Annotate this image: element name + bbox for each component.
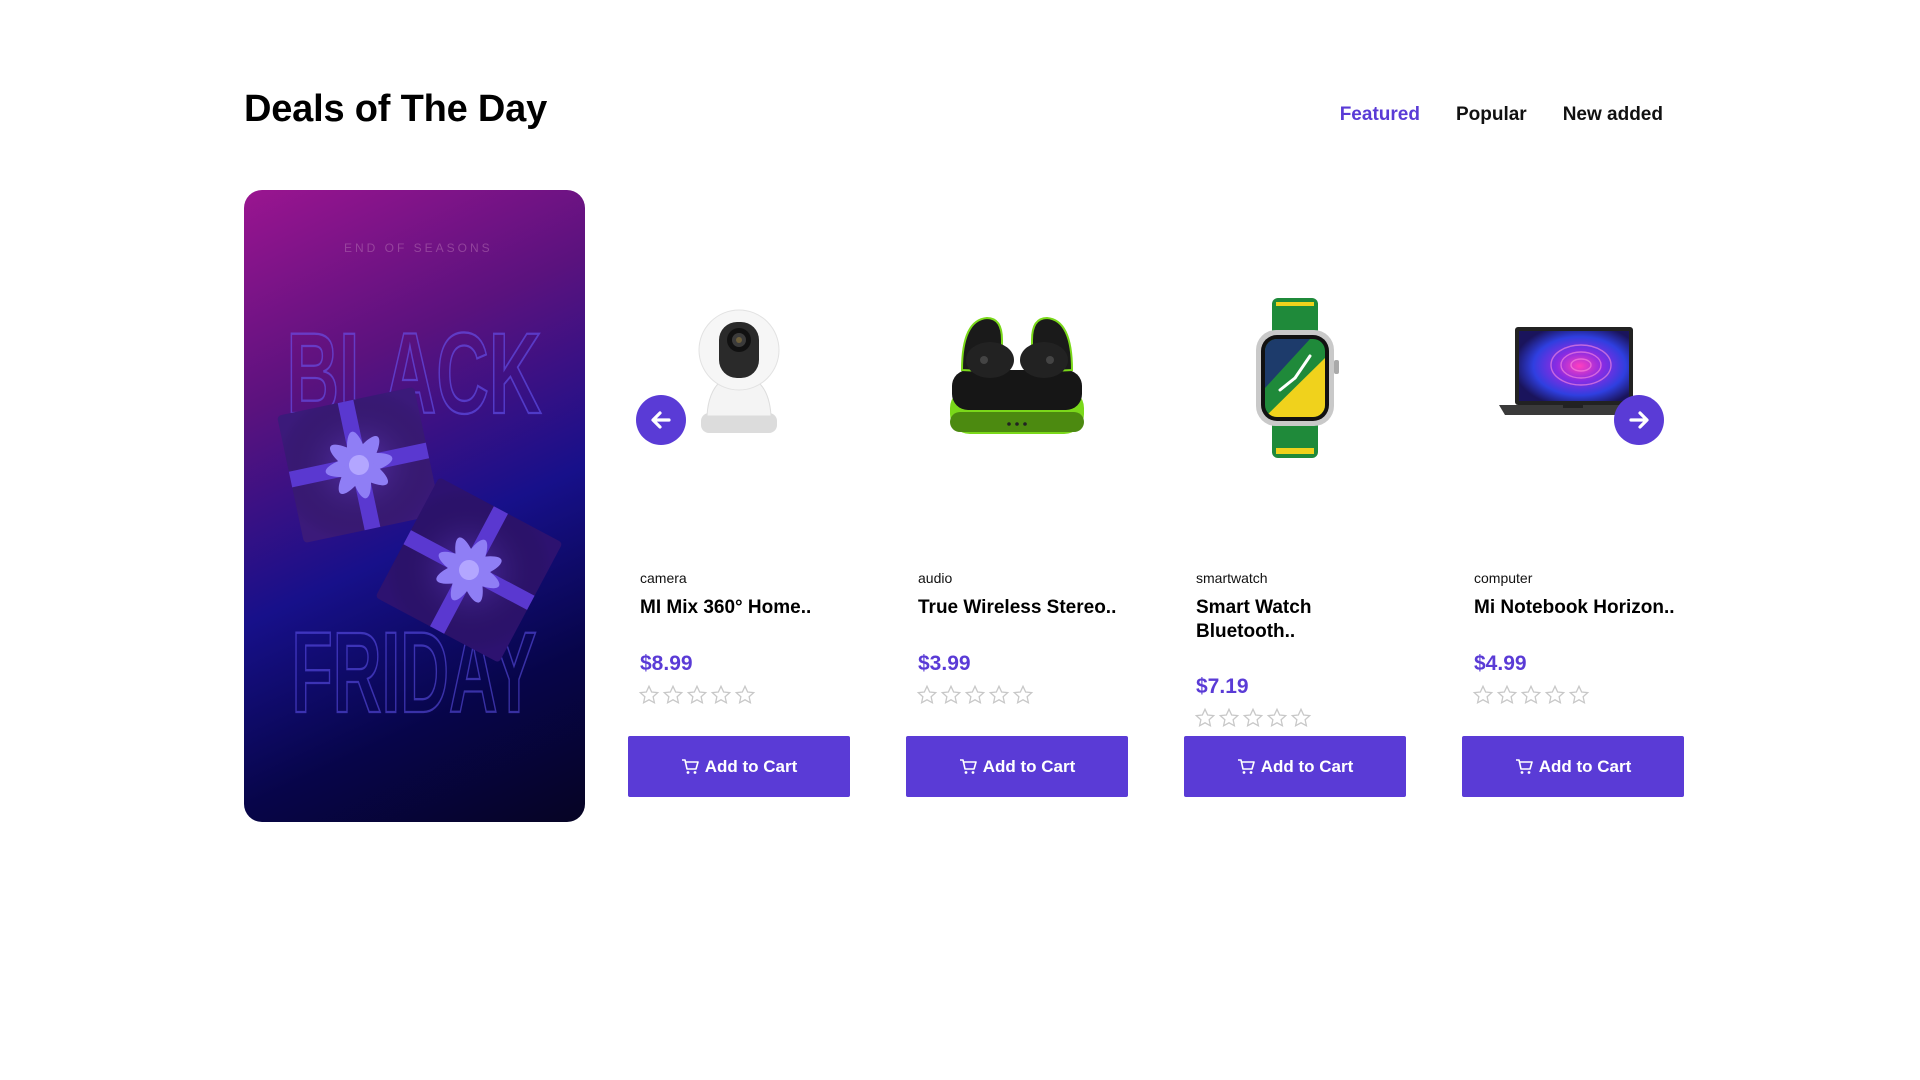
- add-to-cart-label: Add to Cart: [1260, 756, 1354, 776]
- star-outline-icon: [1290, 707, 1312, 728]
- add-to-cart-label: Add to Cart: [982, 756, 1076, 776]
- product-category: audio: [918, 570, 953, 586]
- cart-icon: [1237, 758, 1255, 774]
- product-name[interactable]: Smart Watch Bluetooth..: [1196, 596, 1406, 644]
- product-price: $8.99: [640, 652, 693, 675]
- star-outline-icon: [1472, 684, 1494, 705]
- star-outline-icon: [710, 684, 732, 705]
- arrow-right-icon: [1629, 411, 1649, 429]
- star-rating: [1194, 707, 1312, 729]
- security-camera-icon: [698, 309, 780, 433]
- product-image[interactable]: [1462, 190, 1684, 520]
- tab-new-added[interactable]: New added: [1563, 104, 1663, 126]
- product-card[interactable]: audio True Wireless Stereo.. $3.99 Add t…: [906, 190, 1128, 797]
- star-rating: [638, 684, 756, 706]
- product-name[interactable]: True Wireless Stereo..: [918, 596, 1128, 620]
- cart-icon: [681, 758, 699, 774]
- product-price: $4.99: [1474, 652, 1527, 675]
- add-to-cart-button[interactable]: Add to Cart: [628, 736, 850, 797]
- smartwatch-icon: [1256, 298, 1339, 458]
- product-name[interactable]: Mi Notebook Horizon..: [1474, 596, 1684, 620]
- tab-popular[interactable]: Popular: [1456, 104, 1527, 126]
- add-to-cart-button[interactable]: Add to Cart: [1462, 736, 1684, 797]
- star-outline-icon: [1496, 684, 1518, 705]
- product-card[interactable]: camera MI Mix 360° Home.. $8.99 Add to C…: [628, 190, 850, 797]
- product-image[interactable]: [1184, 190, 1406, 520]
- star-outline-icon: [1218, 707, 1240, 728]
- banner-artwork: END OF SEASONS BLACK FRIDAY: [277, 241, 562, 738]
- add-to-cart-button[interactable]: Add to Cart: [906, 736, 1128, 797]
- star-outline-icon: [1544, 684, 1566, 705]
- filter-tabs: Featured Popular New added: [1340, 104, 1663, 126]
- cart-icon: [959, 758, 977, 774]
- carousel-prev-button[interactable]: [636, 395, 686, 445]
- arrow-left-icon: [651, 411, 671, 429]
- star-outline-icon: [916, 684, 938, 705]
- product-category: smartwatch: [1196, 570, 1268, 586]
- star-outline-icon: [1194, 707, 1216, 728]
- cart-icon: [1515, 758, 1533, 774]
- section-title: Deals of The Day: [244, 88, 548, 130]
- star-outline-icon: [1568, 684, 1590, 705]
- product-category: computer: [1474, 570, 1533, 586]
- star-outline-icon: [1242, 707, 1264, 728]
- add-to-cart-label: Add to Cart: [1538, 756, 1632, 776]
- earbuds-icon: [950, 316, 1084, 434]
- star-outline-icon: [734, 684, 756, 705]
- product-price: $3.99: [918, 652, 971, 675]
- star-rating: [1472, 684, 1590, 706]
- deals-section: Deals of The Day Featured Popular New ad…: [0, 0, 1920, 1080]
- star-rating: [916, 684, 1034, 706]
- tab-featured[interactable]: Featured: [1340, 104, 1420, 126]
- product-image[interactable]: [906, 190, 1128, 520]
- product-card[interactable]: smartwatch Smart Watch Bluetooth.. $7.19…: [1184, 190, 1406, 797]
- star-outline-icon: [940, 684, 962, 705]
- black-friday-banner[interactable]: END OF SEASONS BLACK FRIDAY: [244, 190, 585, 822]
- product-price: $7.19: [1196, 675, 1249, 698]
- add-to-cart-button[interactable]: Add to Cart: [1184, 736, 1406, 797]
- product-name[interactable]: MI Mix 360° Home..: [640, 596, 850, 620]
- star-outline-icon: [1520, 684, 1542, 705]
- star-outline-icon: [638, 684, 660, 705]
- product-category: camera: [640, 570, 687, 586]
- product-card[interactable]: computer Mi Notebook Horizon.. $4.99 Add…: [1462, 190, 1684, 797]
- star-outline-icon: [1266, 707, 1288, 728]
- carousel-next-button[interactable]: [1614, 395, 1664, 445]
- star-outline-icon: [1012, 684, 1034, 705]
- star-outline-icon: [686, 684, 708, 705]
- add-to-cart-label: Add to Cart: [704, 756, 798, 776]
- star-outline-icon: [964, 684, 986, 705]
- star-outline-icon: [662, 684, 684, 705]
- banner-tagline: END OF SEASONS: [344, 241, 493, 255]
- star-outline-icon: [988, 684, 1010, 705]
- product-image[interactable]: [628, 190, 850, 520]
